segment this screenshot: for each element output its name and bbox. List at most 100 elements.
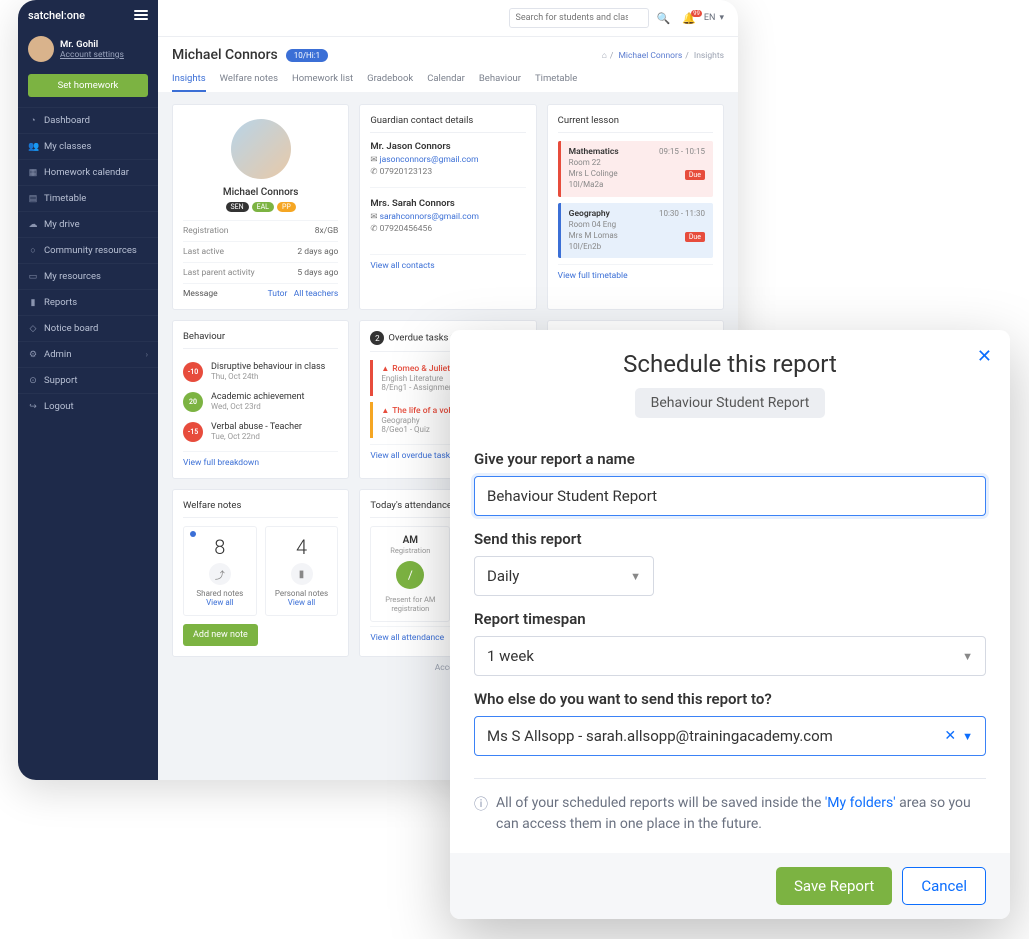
support-icon: ⊙ (28, 376, 38, 386)
behaviour-item[interactable]: -15Verbal abuse - TeacherTue, Oct 22nd (183, 417, 338, 447)
board-icon: ◇ (28, 324, 38, 334)
save-report-button[interactable]: Save Report (776, 867, 892, 905)
breadcrumb: ⌂/ Michael Connors/ Insights (602, 50, 724, 61)
share-icon: ⤴ (209, 563, 231, 585)
info-icon: ⓘ (474, 795, 488, 816)
nav-homework-calendar[interactable]: ▦Homework calendar (18, 159, 158, 185)
lesson-item[interactable]: Mathematics Room 22 Mrs L Colinge 10I/Ma… (558, 141, 713, 197)
student-avatar (231, 119, 291, 179)
user-name: Mr. Gohil (60, 39, 124, 50)
tab-homework[interactable]: Homework list (292, 73, 353, 92)
due-badge: Due (685, 232, 705, 242)
phone-icon: ✆ (370, 224, 377, 234)
nav-notice-board[interactable]: ◇Notice board (18, 315, 158, 341)
recipient-chip: Ms S Allsopp - sarah.allsopp@trainingaca… (487, 727, 833, 745)
tab-welfare[interactable]: Welfare notes (220, 73, 278, 92)
card-title: Behaviour (183, 331, 338, 349)
gauge-icon: ◔ (28, 115, 38, 126)
search-icon[interactable]: 🔍 (653, 12, 675, 25)
frequency-select[interactable]: Daily ▼ (474, 556, 654, 596)
class-pill: 10/Hi:1 (286, 49, 328, 62)
email-link[interactable]: jasonconnors@gmail.com (380, 155, 479, 165)
shared-notes-box[interactable]: 8 ⤴ Shared notes View all (183, 526, 257, 616)
chevron-down-icon: ▼ (962, 650, 973, 663)
student-name: Michael Connors (183, 187, 338, 198)
crumb-current: Insights (694, 51, 724, 61)
current-lesson-card: Current lesson Mathematics Room 22 Mrs L… (547, 104, 724, 310)
recipients-label: Who else do you want to send this report… (474, 690, 986, 708)
divider (474, 778, 986, 779)
present-mark-icon: / (396, 561, 424, 589)
nav-admin[interactable]: ⚙Admin› (18, 341, 158, 367)
cancel-button[interactable]: Cancel (902, 867, 986, 905)
view-all-link[interactable]: View all (188, 598, 252, 607)
modal-subtitle: Behaviour Student Report (635, 388, 826, 418)
nav-reports[interactable]: ▮Reports (18, 289, 158, 315)
lesson-item[interactable]: Geography Room 04 Eng Mrs M Lomas 10I/En… (558, 203, 713, 259)
mail-icon: ✉ (370, 212, 377, 222)
file-icon: ▮ (291, 563, 313, 585)
tab-gradebook[interactable]: Gradebook (367, 73, 413, 92)
info-text: ⓘ All of your scheduled reports will be … (474, 793, 986, 835)
close-icon[interactable]: ✕ (977, 346, 992, 367)
chevron-down-icon: ▼ (962, 730, 973, 743)
sen-badge: SEN (226, 202, 249, 212)
nav-my-resources[interactable]: ▭My resources (18, 263, 158, 289)
all-teachers-link[interactable]: All teachers (294, 289, 339, 299)
search-input[interactable] (509, 8, 649, 28)
behaviour-card: Behaviour -10Disruptive behaviour in cla… (172, 320, 349, 479)
student-card: Michael Connors SEN EAL PP Registration8… (172, 104, 349, 310)
page-title: Michael Connors (172, 47, 278, 63)
card-title: Welfare notes (183, 500, 338, 518)
timespan-label: Report timespan (474, 610, 986, 628)
hamburger-icon[interactable] (134, 8, 148, 22)
email-link[interactable]: sarahconnors@gmail.com (380, 212, 479, 222)
drive-icon: ☁ (28, 220, 38, 230)
set-homework-button[interactable]: Set homework (28, 74, 148, 97)
my-folders-link[interactable]: 'My folders' (825, 795, 896, 811)
user-block[interactable]: Mr. Gohil Account settings (18, 30, 158, 68)
behaviour-item[interactable]: -10Disruptive behaviour in classThu, Oct… (183, 357, 338, 387)
avatar (28, 36, 54, 62)
personal-notes-box[interactable]: 4 ▮ Personal notes View all (265, 526, 339, 616)
tab-calendar[interactable]: Calendar (427, 73, 465, 92)
tab-timetable[interactable]: Timetable (535, 73, 577, 92)
nav-timetable[interactable]: ▤Timetable (18, 185, 158, 211)
view-all-contacts-link[interactable]: View all contacts (370, 254, 525, 271)
gear-icon: ⚙ (28, 350, 38, 360)
tutor-link[interactable]: Tutor (268, 289, 288, 299)
send-label: Send this report (474, 530, 986, 548)
notification-badge: 99 (691, 10, 702, 17)
tab-insights[interactable]: Insights (172, 73, 206, 92)
view-timetable-link[interactable]: View full timetable (558, 264, 713, 281)
name-label: Give your report a name (474, 450, 986, 468)
warning-icon: ▲ (381, 364, 389, 373)
nav-my-drive[interactable]: ☁My drive (18, 211, 158, 237)
home-icon[interactable]: ⌂ (602, 51, 607, 61)
tab-behaviour[interactable]: Behaviour (479, 73, 521, 92)
chevron-right-icon: › (146, 350, 148, 359)
crumb-student[interactable]: Michael Connors (618, 51, 682, 61)
behaviour-item[interactable]: 20Academic achievementWed, Oct 23rd (183, 387, 338, 417)
nav-support[interactable]: ⊙Support (18, 367, 158, 393)
view-all-link[interactable]: View all (270, 598, 334, 607)
nav-community[interactable]: ○Community resources (18, 237, 158, 263)
warning-icon: ▲ (381, 406, 389, 415)
timespan-select[interactable]: 1 week ▼ (474, 636, 986, 676)
recipients-select[interactable]: Ms S Allsopp - sarah.allsopp@trainingaca… (474, 716, 986, 756)
notification-icon[interactable]: 🔔99 (678, 12, 700, 25)
chevron-down-icon: ▼ (630, 570, 641, 583)
language-switch[interactable]: EN (704, 13, 716, 23)
add-note-button[interactable]: Add new note (183, 624, 258, 646)
nav-dashboard[interactable]: ◔Dashboard (18, 107, 158, 133)
reports-icon: ▮ (28, 298, 38, 308)
schedule-report-modal: Schedule this report ✕ Behaviour Student… (450, 330, 1010, 919)
globe-icon: ○ (28, 245, 38, 256)
view-breakdown-link[interactable]: View full breakdown (183, 451, 338, 468)
report-name-input[interactable] (474, 476, 986, 516)
account-settings-link[interactable]: Account settings (60, 50, 124, 60)
topbar: 🔍 🔔99 EN ▾ (158, 0, 738, 37)
nav-my-classes[interactable]: 👥My classes (18, 133, 158, 159)
clear-icon[interactable]: ✕ (938, 728, 962, 744)
nav-logout[interactable]: ↪Logout (18, 393, 158, 419)
